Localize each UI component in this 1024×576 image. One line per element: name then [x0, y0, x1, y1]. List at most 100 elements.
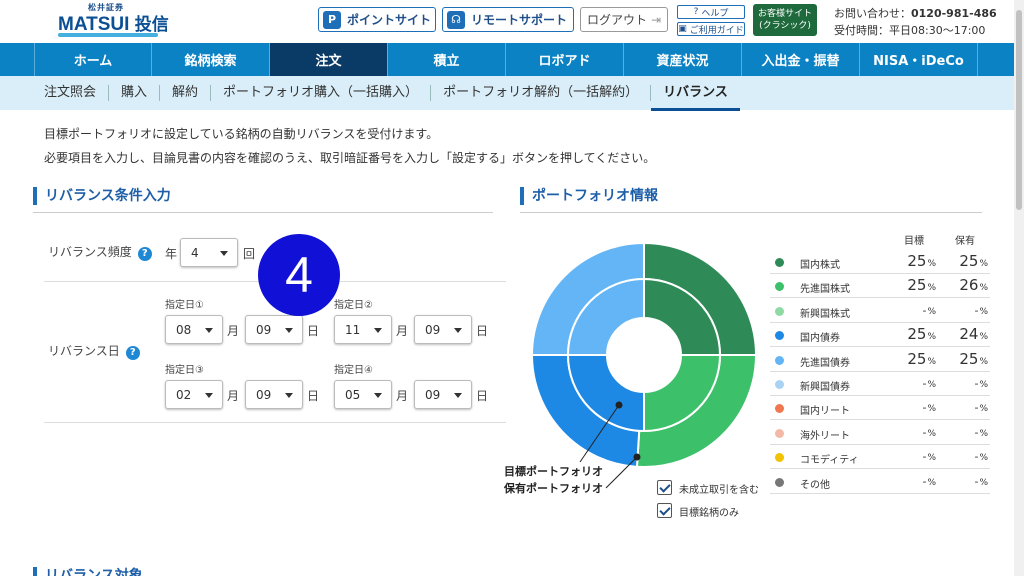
date4-month-select[interactable]: 05 — [334, 380, 392, 409]
target-value: -% — [922, 425, 936, 439]
chevron-down-icon — [220, 251, 228, 256]
date2-day-select[interactable]: 09 — [414, 315, 472, 344]
portfolio-title: ポートフォリオ情報 — [520, 187, 658, 205]
date1-day-select[interactable]: 09 — [245, 315, 303, 344]
date3-day-select[interactable]: 09 — [245, 380, 303, 409]
hold-value: 24% — [959, 325, 988, 344]
subnav-buy[interactable]: 購入 — [109, 85, 161, 101]
logout-label: ログアウト — [586, 13, 647, 27]
help-label: ヘルプ — [701, 8, 729, 19]
frequency-select[interactable]: 4 — [180, 238, 238, 267]
scrollbar-thumb[interactable] — [1016, 10, 1022, 210]
nav-home[interactable]: ホーム — [35, 43, 152, 76]
rebalance-page: 松井証券 MATSUI 投信 P ポイントサイト ☊ リモートサポート ログアウ… — [0, 0, 1024, 576]
help-icon: ? — [693, 7, 699, 17]
date4-day-select[interactable]: 09 — [414, 380, 472, 409]
legend-dot — [775, 282, 784, 292]
chevron-down-icon — [454, 328, 462, 333]
target-portfolio-caption: 目標ポートフォリオ — [504, 465, 603, 478]
hold-value: -% — [974, 450, 988, 464]
frequency-label-row: リバランス頻度? — [48, 243, 152, 261]
target-value: -% — [922, 377, 936, 390]
hold-value: -% — [974, 377, 988, 390]
date2-month-value: 11 — [345, 322, 361, 337]
point-site-button[interactable]: P ポイントサイト — [318, 7, 436, 32]
chevron-down-icon — [374, 393, 382, 398]
chevron-down-icon — [285, 393, 293, 398]
logout-button[interactable]: ログアウト ⇥ — [580, 7, 668, 32]
target-only-checkbox[interactable] — [657, 503, 672, 518]
hold-pointer-dot — [633, 453, 641, 461]
date3-month-select[interactable]: 02 — [165, 380, 223, 409]
nav-deposit[interactable]: 入出金・振替 — [742, 43, 860, 76]
legend-row: 国内債券 25% 24% — [770, 323, 990, 348]
contact-label: お問い合わせ： — [834, 7, 911, 20]
nav-tsumitate[interactable]: 積立 — [388, 43, 506, 76]
month-unit: 月 — [227, 389, 240, 403]
help-icon[interactable]: ? — [125, 346, 140, 360]
date1-day-value: 09 — [256, 322, 272, 337]
legend-dot — [775, 331, 784, 341]
subnav-rebalance[interactable]: リバランス — [651, 85, 740, 111]
divider — [44, 422, 506, 423]
step-badge: 4 — [258, 234, 340, 316]
nav-nisa[interactable]: NISA・iDeCo — [860, 43, 978, 76]
main-nav: ホーム 銘柄検索 注文 積立 ロボアド 資産状況 入出金・振替 NISA・iDe… — [0, 43, 1014, 76]
help-button[interactable]: ? ヘルプ — [677, 5, 745, 19]
legend-name: 海外リート — [800, 430, 850, 442]
legend-dot — [775, 306, 784, 316]
date2-month-select[interactable]: 11 — [334, 315, 392, 344]
include-pending-checkbox[interactable] — [657, 480, 672, 495]
nav-assets[interactable]: 資産状況 — [624, 43, 742, 76]
date2-label: 指定日② — [334, 300, 373, 311]
hold-value: -% — [974, 401, 988, 415]
remote-support-label: リモートサポート — [471, 13, 568, 27]
legend-name: 先進国債券 — [800, 357, 850, 369]
legend-row: 新興国株式 -% -% — [770, 299, 990, 323]
target-value: -% — [922, 450, 936, 464]
legend-name: 先進国株式 — [800, 284, 850, 296]
nav-roboad[interactable]: ロボアド — [506, 43, 624, 76]
subnav-order-inquiry[interactable]: 注文照会 — [44, 85, 110, 101]
nav-search[interactable]: 銘柄検索 — [152, 43, 270, 76]
classic-site-button[interactable]: お客様サイト (クラシック) — [753, 4, 817, 36]
date-label-row: リバランス日? — [48, 342, 140, 360]
legend-row: コモディティ -% -% — [770, 445, 990, 470]
contact-info: お問い合わせ：0120-981-486 — [834, 5, 997, 21]
legend-dot — [775, 258, 784, 267]
target-value: 25% — [907, 276, 936, 295]
point-site-label: ポイントサイト — [347, 13, 432, 27]
month-unit: 月 — [227, 324, 240, 338]
help-icon[interactable]: ? — [137, 247, 152, 261]
date3-month-value: 02 — [176, 387, 192, 402]
nav-order[interactable]: 注文 — [270, 43, 388, 76]
legend-name: 国内株式 — [800, 260, 840, 271]
legend-dot — [775, 428, 784, 438]
legend-row: 新興国債券 -% -% — [770, 372, 990, 396]
date-label: リバランス日 — [48, 344, 120, 358]
date1-month-select[interactable]: 08 — [165, 315, 223, 344]
hold-value: -% — [974, 303, 988, 317]
col-target: 目標 — [904, 236, 924, 247]
date3-label: 指定日③ — [165, 365, 204, 376]
logo-sub: 投信 — [134, 15, 169, 34]
scrollbar[interactable] — [1014, 0, 1024, 576]
conditions-title-underline — [33, 212, 493, 213]
remote-support-button[interactable]: ☊ リモートサポート — [442, 7, 574, 32]
include-pending-label: 未成立取引を含む — [679, 485, 759, 496]
subnav-portfolio-sell[interactable]: ポートフォリオ解約（一括解約） — [431, 85, 652, 101]
month-unit: 月 — [396, 389, 409, 403]
legend-dot — [775, 404, 784, 414]
target-pointer-dot — [615, 401, 623, 409]
subnav-sell[interactable]: 解約 — [160, 85, 212, 101]
legend-name: 新興国株式 — [800, 308, 850, 320]
target-value: 25% — [907, 325, 936, 344]
guide-button[interactable]: ▣ ご利用ガイド — [677, 22, 745, 36]
logo-main: MATSUI — [58, 14, 130, 35]
legend-row: 先進国株式 25% 26% — [770, 274, 990, 299]
frequency-prefix: 年 — [165, 247, 178, 261]
chevron-down-icon — [205, 328, 213, 333]
subnav-portfolio-buy[interactable]: ポートフォリオ購入（一括購入） — [211, 85, 432, 101]
legend-dot — [775, 477, 784, 487]
contact-phone: 0120-981-486 — [911, 7, 997, 20]
